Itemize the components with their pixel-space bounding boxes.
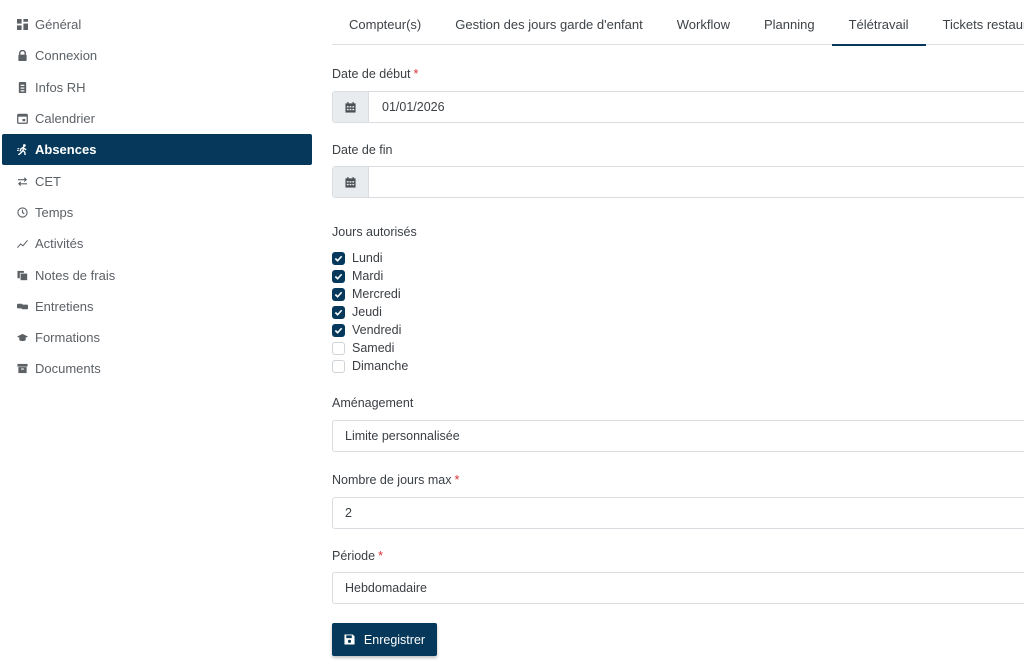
end-date-field[interactable] bbox=[332, 166, 1024, 198]
allowed-days-label: Jours autorisés bbox=[332, 225, 417, 239]
sidebar-item-entretiens[interactable]: Entretiens bbox=[0, 291, 320, 322]
checkbox-checked-icon[interactable] bbox=[332, 287, 345, 301]
sidebar-item-activites[interactable]: Activités bbox=[0, 228, 320, 259]
sidebar-item-cet[interactable]: CET bbox=[0, 165, 320, 196]
checkbox-vendredi[interactable]: Vendredi bbox=[332, 321, 408, 339]
arrangement-select[interactable]: Limite personnalisée bbox=[332, 420, 1024, 452]
sidebar-item-label: Général bbox=[35, 17, 82, 33]
sidebar-item-absences[interactable]: Absences bbox=[2, 134, 312, 166]
checkbox-mercredi[interactable]: Mercredi bbox=[332, 285, 408, 303]
floppy-disk-icon bbox=[344, 634, 355, 645]
dashboard-icon bbox=[16, 19, 28, 31]
checkbox-checked-icon[interactable] bbox=[332, 269, 345, 283]
calendar-icon[interactable] bbox=[333, 167, 369, 197]
checkbox-jeudi[interactable]: Jeudi bbox=[332, 303, 408, 321]
required-mark: * bbox=[413, 67, 419, 81]
tab-planning[interactable]: Planning bbox=[747, 0, 832, 45]
sidebar-item-formations[interactable]: Formations bbox=[0, 322, 320, 353]
sidebar-item-calendrier[interactable]: Calendrier bbox=[0, 103, 320, 134]
sidebar: Général Connexion Infos RH Calendrier Ab… bbox=[0, 0, 320, 661]
clock-icon bbox=[16, 206, 28, 218]
checkbox-checked-icon[interactable] bbox=[332, 305, 345, 319]
checkbox-checked-icon[interactable] bbox=[332, 251, 345, 265]
checkbox-lundi[interactable]: Lundi bbox=[332, 249, 408, 267]
end-date-label: Date de fin bbox=[332, 143, 393, 157]
checkbox-dimanche[interactable]: Dimanche bbox=[332, 357, 408, 375]
arrangement-value: Limite personnalisée bbox=[345, 429, 460, 443]
lock-icon bbox=[16, 50, 28, 62]
sidebar-item-label: Entretiens bbox=[35, 298, 94, 314]
save-button[interactable]: Enregistrer bbox=[332, 623, 437, 656]
tab-tickets-restaurant[interactable]: Tickets restaurant bbox=[926, 0, 1024, 45]
max-days-label: Nombre de jours max * bbox=[332, 473, 460, 487]
checkbox-samedi[interactable]: Samedi bbox=[332, 339, 408, 357]
sidebar-item-label: Temps bbox=[35, 204, 74, 220]
exchange-arrows-icon bbox=[16, 175, 28, 187]
receipts-icon bbox=[16, 269, 28, 281]
tab-workflow[interactable]: Workflow bbox=[660, 0, 747, 45]
calendar-icon bbox=[16, 113, 28, 125]
archive-box-icon bbox=[16, 363, 28, 375]
start-date-label: Date de début * bbox=[332, 67, 419, 81]
required-mark: * bbox=[454, 473, 460, 487]
checkbox-unchecked-icon[interactable] bbox=[332, 341, 345, 355]
tab-compteurs[interactable]: Compteur(s) bbox=[332, 0, 438, 45]
conversation-icon bbox=[16, 300, 28, 312]
sidebar-item-label: Activités bbox=[35, 236, 84, 252]
sidebar-item-label: Notes de frais bbox=[35, 267, 116, 283]
sidebar-item-temps[interactable]: Temps bbox=[0, 197, 320, 228]
checkbox-mardi[interactable]: Mardi bbox=[332, 267, 408, 285]
sidebar-item-notes-de-frais[interactable]: Notes de frais bbox=[0, 259, 320, 290]
sidebar-item-label: Formations bbox=[35, 330, 101, 346]
sidebar-item-label: Absences bbox=[35, 142, 97, 158]
period-select[interactable]: Hebdomadaire bbox=[332, 572, 1024, 604]
start-date-field[interactable]: 01/01/2026 bbox=[332, 91, 1024, 123]
tab-garde-enfant[interactable]: Gestion des jours garde d'enfant bbox=[438, 0, 660, 45]
required-mark: * bbox=[378, 549, 383, 563]
start-date-value: 01/01/2026 bbox=[382, 100, 445, 114]
tab-bar: Compteur(s) Gestion des jours garde d'en… bbox=[332, 0, 1024, 46]
sidebar-item-general[interactable]: Général bbox=[0, 9, 320, 40]
period-value: Hebdomadaire bbox=[345, 581, 427, 595]
graduation-cap-icon bbox=[16, 332, 28, 344]
period-label: Période * bbox=[332, 549, 383, 563]
calendar-icon[interactable] bbox=[333, 92, 369, 122]
checkbox-unchecked-icon[interactable] bbox=[332, 359, 345, 373]
sidebar-item-label: Connexion bbox=[35, 48, 98, 64]
max-days-input[interactable]: 2 bbox=[332, 497, 1024, 529]
save-button-label: Enregistrer bbox=[363, 632, 426, 647]
sidebar-item-label: CET bbox=[35, 173, 61, 189]
sidebar-item-label: Documents bbox=[35, 361, 101, 377]
sidebar-item-connexion[interactable]: Connexion bbox=[0, 40, 320, 71]
sidebar-item-label: Infos RH bbox=[35, 79, 86, 95]
arrangement-label: Aménagement bbox=[332, 396, 414, 410]
sidebar-item-infos-rh[interactable]: Infos RH bbox=[0, 72, 320, 103]
allowed-days-group: Lundi Mardi Mercredi Jeudi Vendredi Same… bbox=[332, 249, 408, 375]
checkbox-checked-icon[interactable] bbox=[332, 323, 345, 337]
tab-teletravail[interactable]: Télétravail bbox=[831, 0, 926, 46]
trend-line-icon bbox=[16, 238, 28, 250]
sidebar-item-label: Calendrier bbox=[35, 111, 95, 127]
max-days-value: 2 bbox=[345, 506, 352, 520]
sidebar-item-documents[interactable]: Documents bbox=[0, 353, 320, 384]
id-card-icon bbox=[16, 81, 28, 93]
walking-person-icon bbox=[16, 144, 28, 156]
